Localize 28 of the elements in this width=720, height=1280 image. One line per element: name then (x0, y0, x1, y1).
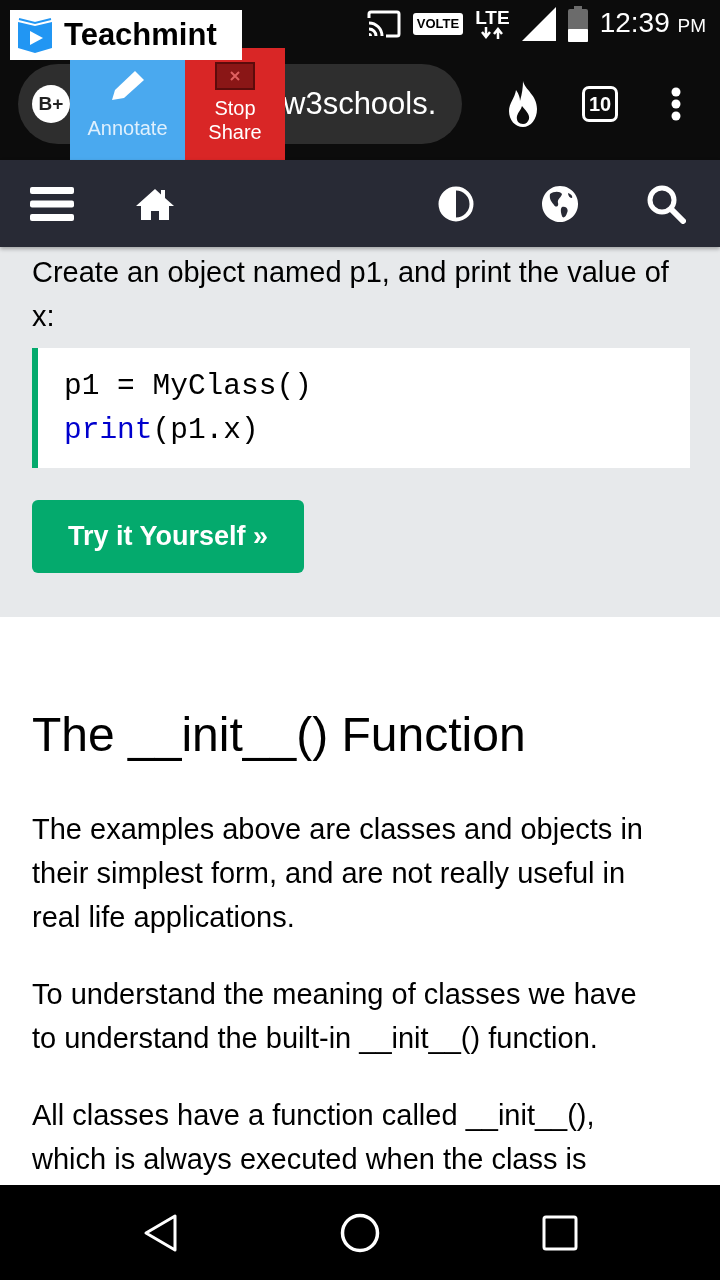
profile-avatar[interactable]: B+ (32, 85, 70, 123)
instruction-text: Create an object named p1, and print the value of x: (32, 255, 670, 334)
signal-icon (521, 7, 556, 41)
code-line: p1 = MyClass() (64, 368, 313, 405)
code-line: print(p1.x) (64, 412, 260, 449)
network-type-label: LTE (475, 9, 510, 27)
cast-icon (366, 10, 401, 38)
tab-count-button[interactable]: 10 (582, 86, 618, 122)
globe-icon[interactable] (542, 185, 578, 222)
stop-share-button[interactable]: Stop Share (185, 48, 285, 160)
more-menu-icon[interactable] (671, 87, 681, 121)
clock-time: 12:39 PM (599, 5, 706, 40)
recents-icon[interactable] (542, 1214, 578, 1251)
search-icon[interactable] (646, 183, 686, 224)
home-circle-icon[interactable] (340, 1212, 380, 1253)
volte-badge: VOLTE (412, 13, 464, 35)
section-heading: The __init__() Function (32, 707, 527, 763)
home-icon[interactable] (135, 186, 175, 221)
url-text: w3schools. (283, 86, 437, 122)
book-play-icon (16, 16, 54, 54)
menu-icon[interactable] (30, 185, 74, 222)
screen-x-icon (215, 62, 255, 90)
battery-icon (567, 6, 588, 42)
back-icon[interactable] (142, 1212, 178, 1253)
paragraph-text: The examples above are classes and objects in their simplest form, and are not really useful in real life applications. (32, 812, 644, 935)
paragraph-text: To understand the meaning of classes we have to understand the built-in __init__() function. (32, 977, 638, 1056)
contrast-icon[interactable] (438, 185, 474, 222)
paragraph-text: All classes have a function called __init__(), which is always executed when the class is (32, 1098, 596, 1177)
